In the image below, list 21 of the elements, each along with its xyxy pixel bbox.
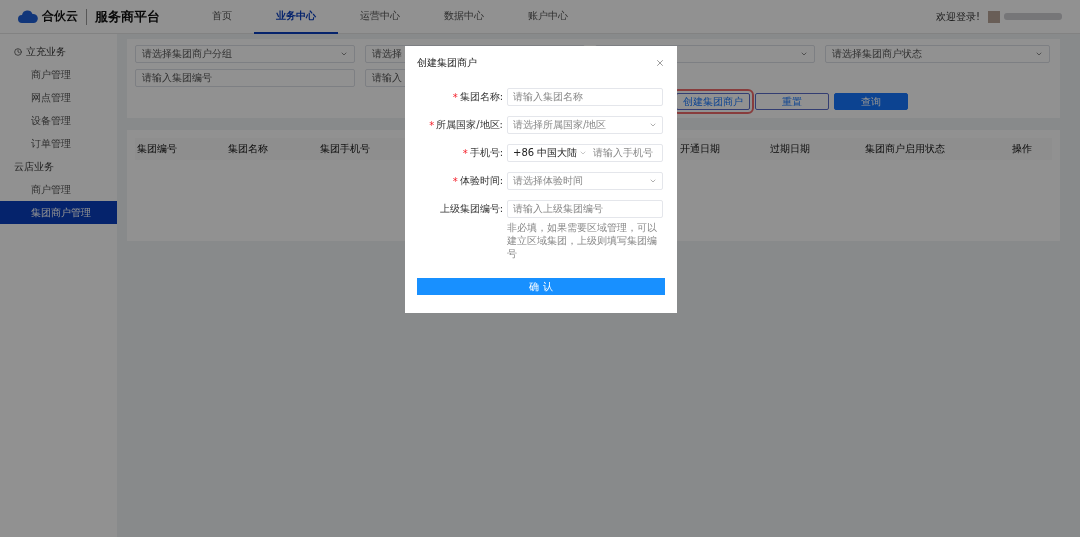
column-header: 过期日期 [770,142,811,156]
field-hint: 非必填，如果需要区域管理，可以建立区域集团，上级则填写集团编号 [507,221,658,260]
column-header: 集团名称 [228,142,269,156]
required-mark: * [462,147,468,159]
column-header: 集团编号 [137,142,178,156]
column-header: 开通日期 [680,142,721,156]
column-header: 集团手机号 [320,142,371,156]
required-mark: * [452,175,458,187]
platform-title: 服务商平台 [95,7,160,26]
field-label: 手机号: [469,146,503,160]
column-header: 集团商户启用状态 [865,142,946,156]
column-header: 操作 [1012,142,1033,156]
field-label: 所属国家/地区: [436,118,503,132]
required-mark: * [452,91,458,103]
welcome-text: 欢迎登录! [936,9,980,24]
field-label: 体验时间: [459,174,503,188]
field-label: 上级集团编号: [439,202,503,216]
required-mark: * [429,119,435,131]
field-label: 集团名称: [459,90,503,104]
dialog-title: 创建集团商户 [417,56,477,70]
logo-text: 合伙云 [42,8,78,25]
